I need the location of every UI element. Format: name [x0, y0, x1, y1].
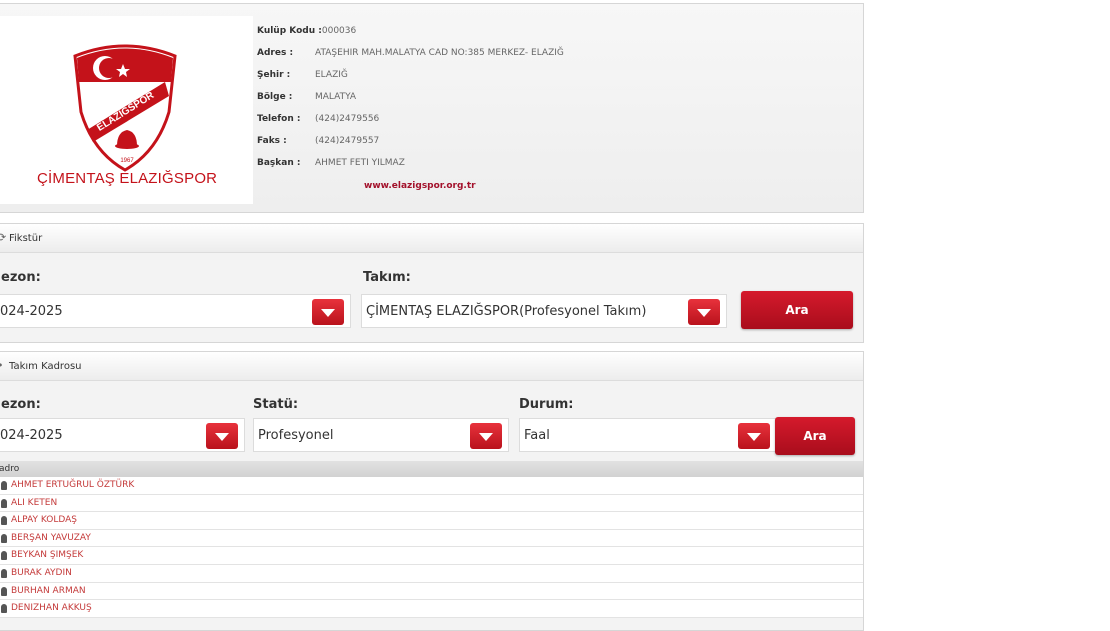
club-fax-row: Faks : (424)2479557	[257, 134, 379, 148]
person-icon	[1, 533, 7, 543]
squad-search-button[interactable]: Ara	[775, 417, 855, 455]
squad-status-value: Profesyonel	[258, 428, 334, 443]
city-value: ELAZIĞ	[315, 70, 348, 80]
player-name-link[interactable]: ALPAY KOLDAŞ	[11, 515, 77, 525]
squad-season-select[interactable]: 024-2025	[0, 418, 245, 452]
table-row[interactable]: ALPAY KOLDAŞ	[0, 512, 863, 530]
table-row[interactable]: DENIZHAN AKKUŞ	[0, 600, 863, 618]
table-row[interactable]: BEYKAN ŞIMŞEK	[0, 547, 863, 565]
player-name-link[interactable]: BURAK AYDIN	[11, 568, 72, 578]
person-icon	[1, 586, 7, 596]
club-code-value: 000036	[321, 26, 357, 36]
person-icon	[1, 568, 7, 578]
chevron-down-icon[interactable]	[206, 423, 238, 449]
phone-label: Telefon :	[257, 114, 301, 124]
fixture-header: ⟳ Fikstür	[0, 224, 863, 253]
squad-title: Takım Kadrosu	[9, 361, 82, 372]
club-region-row: Bölge : MALATYA	[257, 90, 356, 104]
refresh-icon: ⟳	[0, 231, 7, 244]
club-name-caption: ÇİMENTAŞ ELAZIĞSPOR	[37, 170, 218, 187]
fax-label: Faks :	[257, 136, 287, 146]
president-value: AHMET FETI YILMAZ	[315, 158, 405, 168]
squad-header: • Takım Kadrosu	[0, 352, 863, 381]
player-name-link[interactable]: BURHAN ARMAN	[11, 586, 86, 596]
club-logo: ELAZIĞSPOR 1967 ÇİMENTAŞ ELAZIĞSPOR	[0, 16, 253, 204]
squad-season-label: ezon:	[1, 397, 41, 412]
club-code-row: Kulüp Kodu :000036	[257, 24, 356, 38]
squad-table-header: adro	[0, 461, 863, 477]
player-name-link[interactable]: BERŞAN YAVUZAY	[11, 533, 91, 543]
region-value: MALATYA	[315, 92, 357, 102]
fax-value: (424)2479557	[315, 136, 380, 146]
chevron-down-icon[interactable]	[312, 299, 344, 325]
club-website-link[interactable]: www.elazigspor.org.tr	[364, 181, 476, 191]
person-icon	[1, 516, 7, 526]
fixture-team-select[interactable]: ÇİMENTAŞ ELAZIĞSPOR(Profesyonel Takım)	[361, 294, 727, 328]
club-crest-icon: ELAZIĞSPOR 1967	[73, 44, 177, 172]
table-row[interactable]: BURHAN ARMAN	[0, 582, 863, 601]
squad-state-value: Faal	[524, 428, 550, 443]
chevron-down-icon[interactable]	[738, 423, 770, 449]
phone-value: (424)2479556	[315, 114, 380, 124]
chevron-down-icon[interactable]	[688, 299, 720, 325]
fixture-team-label: Takım:	[363, 270, 411, 285]
city-label: Şehir :	[257, 70, 291, 80]
table-row[interactable]: AHMET ERTUĞRUL ÖZTÜRK	[0, 477, 863, 495]
club-address-row: Adres : ATAŞEHIR MAH.MALATYA CAD NO:385 M…	[257, 46, 564, 60]
person-icon	[1, 481, 7, 490]
squad-state-select[interactable]: Faal	[519, 418, 777, 452]
team-icon: •	[0, 359, 4, 372]
address-label: Adres :	[257, 48, 294, 58]
club-president-row: Başkan : AHMET FETI YILMAZ	[257, 156, 405, 170]
fixture-search-button[interactable]: Ara	[741, 291, 853, 329]
club-code-label: Kulüp Kodu :	[257, 26, 322, 36]
fixture-season-select[interactable]: 024-2025	[0, 294, 351, 328]
address-value: ATAŞEHIR MAH.MALATYA CAD NO:385 MERKEZ- …	[315, 48, 564, 58]
table-row[interactable]: BURAK AYDIN	[0, 564, 863, 583]
person-icon	[1, 604, 7, 614]
table-row[interactable]: ALI KETEN	[0, 494, 863, 513]
player-name-link[interactable]: AHMET ERTUĞRUL ÖZTÜRK	[11, 480, 134, 490]
table-row[interactable]: BERŞAN YAVUZAY	[0, 529, 863, 548]
fixture-team-value: ÇİMENTAŞ ELAZIĞSPOR(Profesyonel Takım)	[366, 304, 647, 319]
fixture-season-label: ezon:	[1, 270, 41, 285]
player-name-link[interactable]: DENIZHAN AKKUŞ	[11, 603, 92, 613]
player-name-link[interactable]: BEYKAN ŞIMŞEK	[11, 550, 83, 560]
president-label: Başkan :	[257, 158, 301, 168]
squad-status-select[interactable]: Profesyonel	[253, 418, 509, 452]
svg-text:1967: 1967	[120, 158, 134, 164]
squad-state-label: Durum:	[519, 397, 574, 412]
region-label: Bölge :	[257, 92, 293, 102]
fixture-title: Fikstür	[9, 233, 43, 244]
squad-status-label: Statü:	[253, 397, 299, 412]
club-info-panel: ELAZIĞSPOR 1967 ÇİMENTAŞ ELAZIĞSPOR Kulü…	[0, 3, 864, 213]
fixture-season-value: 024-2025	[0, 304, 63, 319]
squad-season-value: 024-2025	[0, 428, 63, 443]
fixture-panel: ⟳ Fikstür ezon: 024-2025 Takım: ÇİMENTAŞ…	[0, 223, 864, 343]
club-city-row: Şehir : ELAZIĞ	[257, 68, 348, 82]
squad-table: adro AHMET ERTUĞRUL ÖZTÜRK ALI KETEN ALP…	[0, 461, 863, 618]
person-icon	[1, 498, 7, 508]
player-name-link[interactable]: ALI KETEN	[11, 498, 57, 508]
club-phone-row: Telefon : (424)2479556	[257, 112, 379, 126]
squad-panel: • Takım Kadrosu ezon: 024-2025 Statü: Pr…	[0, 351, 864, 631]
person-icon	[1, 551, 7, 561]
chevron-down-icon[interactable]	[470, 423, 502, 449]
